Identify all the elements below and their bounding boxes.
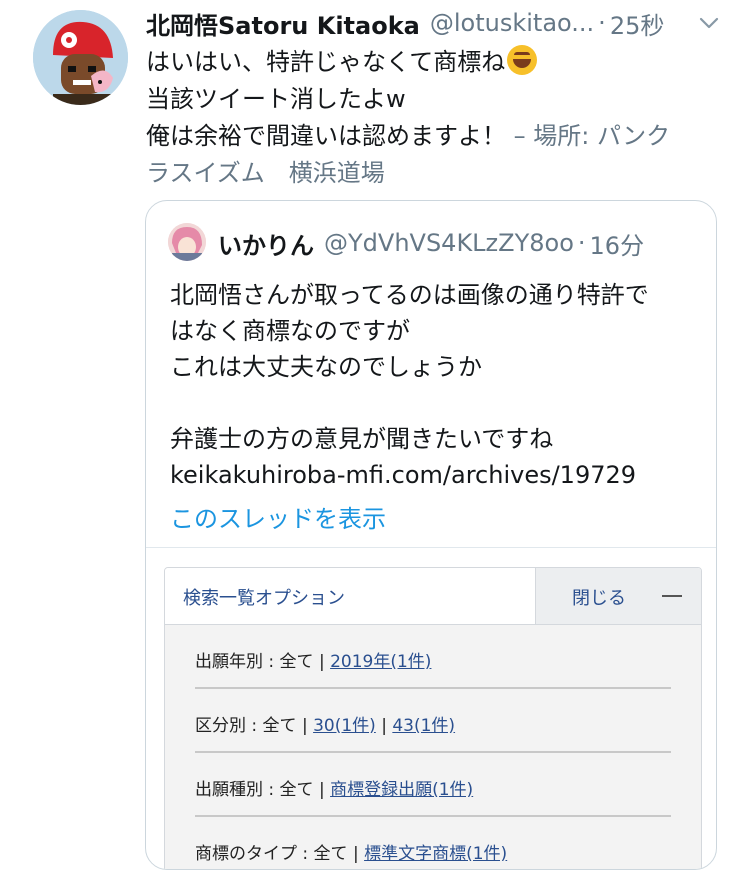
tweet-text-line-1: はいはい、特許じゃなくて商標ね	[146, 48, 506, 76]
filter-label: 区分別 : 全て |	[195, 716, 314, 736]
divider	[146, 547, 716, 548]
panel-body: 出願年別 : 全て | 2019年(1件) 区分別 : 全て | 30(1件) …	[165, 625, 701, 869]
chevron-down-icon[interactable]	[696, 10, 722, 36]
filter-label: 出願種別 : 全て |	[195, 780, 331, 800]
filter-separator: |	[375, 716, 393, 736]
quoted-text-line-5: 弁護士の方の意見が聞きたいですね	[170, 425, 554, 453]
author-handle[interactable]: @lotuskitao...	[430, 9, 594, 37]
tweet-text-line: はいはい、特許じゃなくて商標ね	[146, 44, 731, 81]
author-name[interactable]: 北岡悟Satoru Kitaoka	[146, 6, 420, 41]
tweet-timestamp[interactable]: 25秒	[610, 6, 665, 41]
filter-row-type: 出願種別 : 全て | 商標登録出願(1件)	[195, 753, 671, 817]
filter-link[interactable]: 43(1件)	[392, 716, 455, 736]
quoted-tweet-timestamp[interactable]: 16分	[590, 226, 645, 261]
tweet-text-line-3-text: 俺は余裕で間違いは認めますよ！	[146, 122, 506, 150]
quoted-text-line-2: はなく商標なのですが	[170, 317, 410, 345]
panel-title[interactable]: 検索一覧オプション	[183, 584, 345, 610]
place-label[interactable]: – 場所: パンク	[514, 122, 671, 150]
place-name[interactable]: ラスイズム 横浜道場	[146, 155, 731, 192]
filter-link[interactable]: 商標登録出願(1件)	[330, 780, 473, 800]
tweet-text-line-2: 当該ツイート消したよw	[146, 85, 406, 113]
show-thread-link[interactable]: このスレッドを表示	[170, 499, 386, 534]
quoted-author-avatar[interactable]	[168, 223, 206, 261]
tweet-text: はいはい、特許じゃなくて商標ね 当該ツイート消したよw 俺は余裕で間違いは認めま…	[146, 44, 731, 192]
filter-link[interactable]: 標準文字商標(1件)	[364, 844, 507, 864]
filter-label: 出願年別 : 全て |	[195, 652, 331, 672]
filter-row-mark-type: 商標のタイプ : 全て | 標準文字商標(1件)	[195, 817, 671, 869]
close-button[interactable]: 閉じる	[535, 568, 701, 624]
quoted-text-url[interactable]: keikakuhiroba-mfi.com/archives/19729	[170, 457, 700, 493]
filter-link[interactable]: 2019年(1件)	[330, 652, 431, 672]
close-button-label: 閉じる	[572, 588, 626, 609]
quoted-text-line-1: 北岡悟さんが取ってるのは画像の通り特許で	[170, 281, 649, 309]
quoted-text-line-3: これは大丈夫なのでしょうか	[170, 353, 482, 381]
filter-row-year: 出願年別 : 全て | 2019年(1件)	[195, 625, 671, 689]
quoted-author-name[interactable]: いかりん	[218, 226, 314, 261]
quoted-tweet-card[interactable]: いかりん @YdVhVS4KLzZY8oo · 16分 北岡悟さんが取ってるのは…	[145, 200, 717, 870]
tweet-text-line-3: 俺は余裕で間違いは認めますよ！ – 場所: パンク	[146, 118, 731, 155]
separator-dot: ·	[598, 9, 606, 37]
rofl-emoji-icon	[507, 45, 538, 75]
author-avatar[interactable]	[33, 10, 128, 105]
tweet-header: 北岡悟Satoru Kitaoka @lotuskitao... · 25秒	[146, 4, 706, 42]
filter-label: 商標のタイプ : 全て |	[195, 844, 365, 864]
filter-row-class: 区分別 : 全て | 30(1件) | 43(1件)	[195, 689, 671, 753]
quoted-tweet-header: いかりん @YdVhVS4KLzZY8oo · 16分	[218, 225, 716, 261]
quoted-text-line-blank	[170, 385, 700, 421]
quoted-tweet-text: 北岡悟さんが取ってるのは画像の通り特許で はなく商標なのですが これは大丈夫なの…	[170, 277, 700, 493]
filter-link[interactable]: 30(1件)	[313, 716, 376, 736]
separator-dot: ·	[577, 229, 586, 257]
panel-header: 検索一覧オプション 閉じる	[165, 568, 701, 625]
search-options-panel: 検索一覧オプション 閉じる 出願年別 : 全て | 2019年(1件) 区分別 …	[164, 567, 702, 869]
collapse-icon	[662, 595, 682, 597]
quoted-author-handle[interactable]: @YdVhVS4KLzZY8oo	[324, 229, 574, 257]
